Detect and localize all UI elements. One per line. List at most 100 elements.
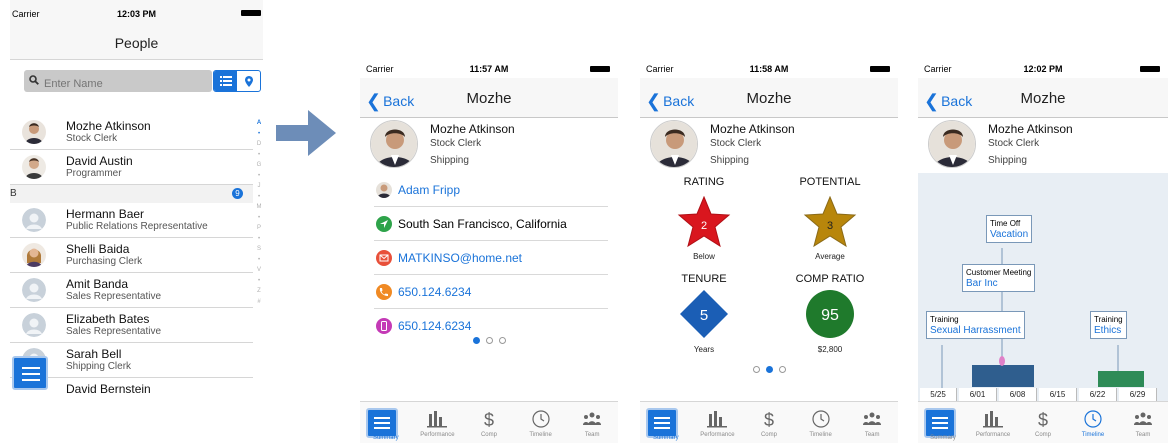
tab-team[interactable]: Team: [1118, 402, 1168, 443]
email-row[interactable]: MATKINSO@home.net: [374, 241, 608, 275]
index-letter[interactable]: P: [256, 223, 262, 234]
event-type: Time Off: [990, 219, 1021, 228]
tenure-metric[interactable]: TENURE 5 Years: [654, 273, 754, 354]
profile-photo: [650, 120, 698, 168]
index-letter[interactable]: •: [256, 276, 262, 287]
svg-text:$: $: [764, 410, 774, 430]
clock-icon: [1084, 410, 1102, 428]
location-row[interactable]: South San Francisco, California: [374, 207, 608, 241]
list-item[interactable]: Amit Banda Sales Representative: [10, 273, 253, 308]
status-bar: Carrier 12:02 PM: [918, 58, 1168, 78]
tab-comp[interactable]: $ Comp: [1018, 402, 1068, 443]
page-dot[interactable]: [765, 366, 773, 373]
menu-line: [654, 422, 670, 424]
menu-button[interactable]: [924, 408, 956, 438]
section-header: B 9: [10, 185, 253, 203]
menu-line: [932, 417, 948, 419]
menu-button[interactable]: [12, 356, 48, 390]
index-letter[interactable]: •: [256, 150, 262, 161]
tab-performance[interactable]: Performance: [968, 402, 1018, 443]
index-letter[interactable]: D: [256, 139, 262, 150]
tab-summary[interactable]: Summary: [360, 402, 412, 443]
event-callout[interactable]: Customer Meeting Bar Inc: [962, 264, 1036, 292]
tab-summary[interactable]: Summary: [918, 402, 968, 443]
comp-ratio-metric[interactable]: COMP RATIO 95 $2,800: [780, 273, 880, 354]
event-marker[interactable]: [999, 356, 1005, 366]
page-indicator[interactable]: [640, 366, 898, 375]
phone-row[interactable]: 650.124.6234: [374, 275, 608, 309]
index-letter[interactable]: V: [256, 265, 262, 276]
event-type: Training: [1094, 315, 1123, 324]
tab-performance[interactable]: Performance: [412, 402, 464, 443]
index-letter[interactable]: S: [256, 244, 262, 255]
tab-comp[interactable]: $ Comp: [463, 402, 515, 443]
tab-timeline[interactable]: Timeline: [795, 402, 847, 443]
manager-row[interactable]: Adam Fripp: [374, 173, 608, 207]
map-view-button[interactable]: [237, 71, 260, 91]
event-callout[interactable]: Training Ethics: [1090, 311, 1127, 339]
index-letter[interactable]: •: [256, 192, 262, 203]
page-dot[interactable]: [778, 366, 786, 373]
battery-icon: [870, 66, 890, 72]
avatar-placeholder-icon: [22, 208, 46, 232]
mobile-icon: [376, 318, 392, 334]
search-bar: [24, 70, 262, 92]
index-letter[interactable]: #: [256, 297, 262, 308]
list-item[interactable]: Mozhe Atkinson Stock Clerk: [10, 115, 253, 150]
tab-team[interactable]: Team: [566, 402, 618, 443]
event-callout[interactable]: Time Off Vacation: [986, 215, 1033, 243]
timeline-date: 6/22: [1079, 388, 1117, 402]
rating-metric[interactable]: RATING 2 Below: [654, 176, 754, 261]
index-letter[interactable]: A: [256, 118, 262, 129]
nav-bar: ❮ Back Mozhe: [918, 78, 1168, 118]
event-value: Vacation: [990, 229, 1029, 240]
profile-job: Stock Clerk: [430, 138, 482, 149]
page-indicator[interactable]: [360, 337, 618, 346]
tab-summary[interactable]: Summary: [640, 402, 692, 443]
index-letter[interactable]: •: [256, 171, 262, 182]
page-dot[interactable]: [752, 366, 760, 373]
nav-bar: ❮ Back Mozhe: [360, 78, 618, 118]
event-bar[interactable]: [972, 365, 1034, 387]
index-letter[interactable]: M: [256, 202, 262, 213]
index-letter[interactable]: Z: [256, 286, 262, 297]
manager-avatar: [376, 182, 392, 198]
list-item[interactable]: Hermann Baer Public Relations Representa…: [10, 203, 253, 238]
avatar-placeholder-icon: [22, 313, 46, 337]
index-letter[interactable]: G: [256, 160, 262, 171]
timeline-chart[interactable]: Time Off Vacation Customer Meeting Bar I…: [918, 173, 1168, 401]
list-item[interactable]: David Austin Programmer: [10, 150, 253, 185]
star-icon: 2: [677, 196, 731, 248]
list-view-button[interactable]: [214, 71, 237, 91]
tab-performance[interactable]: Performance: [692, 402, 744, 443]
tenure-sub: Years: [693, 345, 715, 354]
timeline-date: 6/15: [1039, 388, 1077, 402]
potential-label: POTENTIAL: [799, 176, 861, 188]
page-dot[interactable]: [472, 337, 480, 344]
list-item[interactable]: Shelli Baida Purchasing Clerk: [10, 238, 253, 273]
page-dot[interactable]: [485, 337, 493, 344]
tab-label: Summary: [652, 435, 679, 441]
event-callout[interactable]: Training Sexual Harrassment: [926, 311, 1025, 339]
status-time: 11:57 AM: [469, 64, 509, 74]
tab-timeline[interactable]: Timeline: [1068, 402, 1118, 443]
list-item[interactable]: Elizabeth Bates Sales Representative: [10, 308, 253, 343]
event-bar[interactable]: [1098, 371, 1144, 387]
potential-metric[interactable]: POTENTIAL 3 Average: [780, 176, 880, 261]
index-letter[interactable]: •: [256, 234, 262, 245]
index-letter[interactable]: •: [256, 129, 262, 140]
phone-text: 650.124.6234: [398, 285, 472, 299]
tab-team[interactable]: Team: [846, 402, 898, 443]
menu-button[interactable]: [646, 408, 678, 438]
menu-line: [932, 427, 948, 429]
search-input[interactable]: [24, 70, 212, 92]
alphabet-index[interactable]: A • D • G • J • M • P • S • V • Z #: [256, 118, 262, 307]
tab-comp[interactable]: $ Comp: [743, 402, 795, 443]
tab-timeline[interactable]: Timeline: [515, 402, 567, 443]
index-letter[interactable]: •: [256, 213, 262, 224]
index-letter[interactable]: J: [256, 181, 262, 192]
menu-button[interactable]: [366, 408, 398, 438]
page-dot[interactable]: [498, 337, 506, 344]
index-letter[interactable]: •: [256, 255, 262, 266]
email-text: MATKINSO@home.net: [398, 251, 522, 265]
